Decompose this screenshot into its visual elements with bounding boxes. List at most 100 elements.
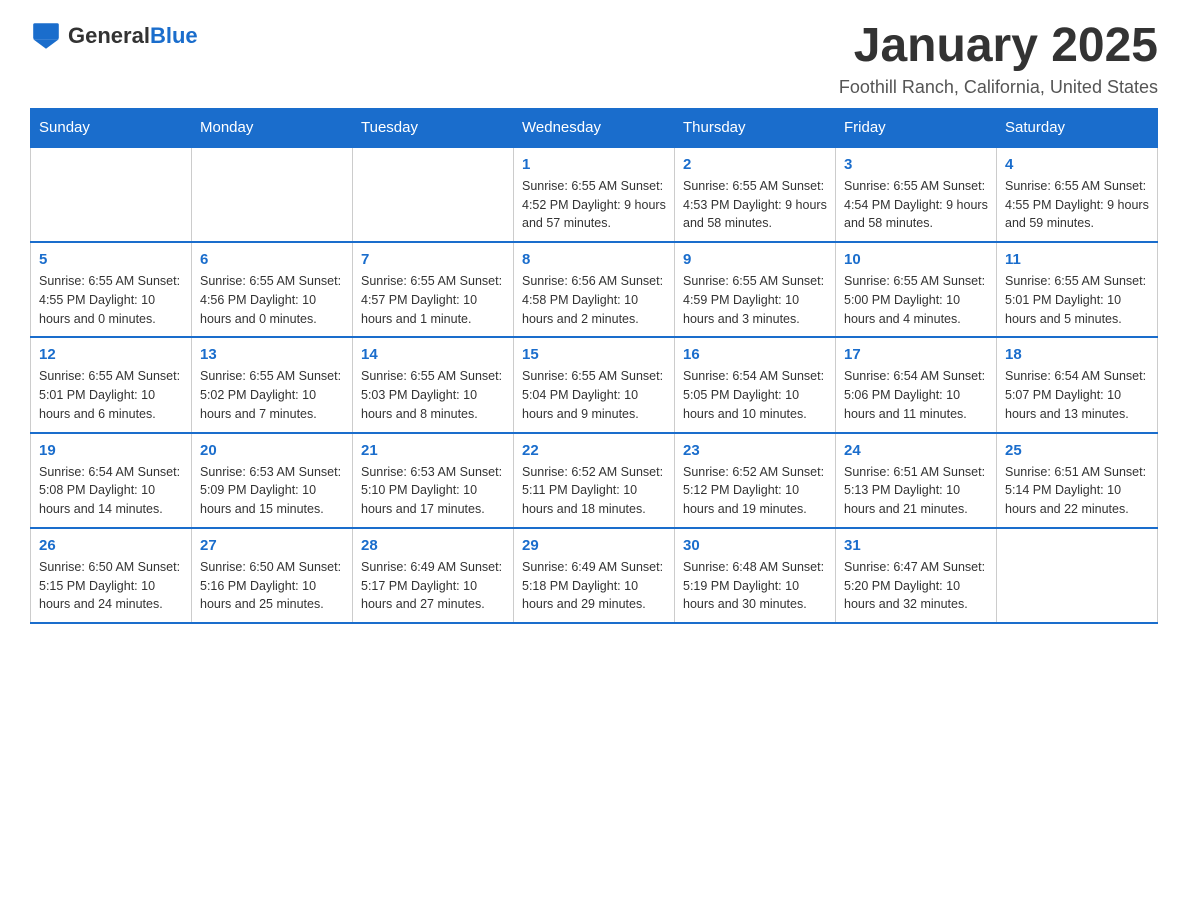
calendar-week-row: 5 Sunrise: 6:55 AM Sunset: 4:55 PM Daylig… [31, 242, 1158, 337]
day-number: 20 [200, 442, 344, 459]
weekday-header-sunday: Sunday [31, 108, 192, 147]
calendar-table: SundayMondayTuesdayWednesdayThursdayFrid… [30, 108, 1158, 624]
calendar-cell [192, 147, 353, 242]
day-info: Sunrise: 6:51 AM Sunset: 5:13 PM Dayligh… [844, 463, 988, 519]
calendar-cell: 20 Sunrise: 6:53 AM Sunset: 5:09 PM Dayli… [192, 433, 353, 528]
day-number: 7 [361, 251, 505, 268]
weekday-header-tuesday: Tuesday [353, 108, 514, 147]
page-header: GeneralBlue January 2025 Foothill Ranch,… [30, 20, 1158, 98]
month-title: January 2025 [839, 20, 1158, 73]
weekday-header-thursday: Thursday [675, 108, 836, 147]
calendar-cell: 11 Sunrise: 6:55 AM Sunset: 5:01 PM Dayli… [997, 242, 1158, 337]
day-info: Sunrise: 6:55 AM Sunset: 5:04 PM Dayligh… [522, 367, 666, 423]
calendar-cell: 31Sunrise: 6:47 AM Sunset: 5:20 PM Dayli… [836, 528, 997, 623]
day-info: Sunrise: 6:54 AM Sunset: 5:06 PM Dayligh… [844, 367, 988, 423]
day-number: 1 [522, 156, 666, 173]
weekday-header-monday: Monday [192, 108, 353, 147]
day-info: Sunrise: 6:55 AM Sunset: 4:59 PM Dayligh… [683, 272, 827, 328]
calendar-cell [353, 147, 514, 242]
day-number: 27 [200, 537, 344, 554]
day-info: Sunrise: 6:49 AM Sunset: 5:18 PM Dayligh… [522, 558, 666, 614]
calendar-cell: 30 Sunrise: 6:48 AM Sunset: 5:19 PM Dayli… [675, 528, 836, 623]
day-number: 16 [683, 346, 827, 363]
day-number: 12 [39, 346, 183, 363]
day-info: Sunrise: 6:55 AM Sunset: 4:53 PM Dayligh… [683, 177, 827, 233]
day-info: Sunrise: 6:55 AM Sunset: 4:57 PM Dayligh… [361, 272, 505, 328]
location: Foothill Ranch, California, United State… [839, 77, 1158, 98]
day-number: 11 [1005, 251, 1149, 268]
logo-icon [30, 20, 62, 52]
day-info: Sunrise: 6:54 AM Sunset: 5:07 PM Dayligh… [1005, 367, 1149, 423]
calendar-cell: 1 Sunrise: 6:55 AM Sunset: 4:52 PM Daylig… [514, 147, 675, 242]
calendar-cell: 28Sunrise: 6:49 AM Sunset: 5:17 PM Dayli… [353, 528, 514, 623]
day-info: Sunrise: 6:50 AM Sunset: 5:16 PM Dayligh… [200, 558, 344, 614]
day-number: 8 [522, 251, 666, 268]
title-block: January 2025 Foothill Ranch, California,… [839, 20, 1158, 98]
weekday-header-friday: Friday [836, 108, 997, 147]
day-info: Sunrise: 6:55 AM Sunset: 4:55 PM Dayligh… [39, 272, 183, 328]
day-number: 22 [522, 442, 666, 459]
calendar-cell [997, 528, 1158, 623]
calendar-cell: 8 Sunrise: 6:56 AM Sunset: 4:58 PM Daylig… [514, 242, 675, 337]
day-number: 19 [39, 442, 183, 459]
calendar-cell: 9 Sunrise: 6:55 AM Sunset: 4:59 PM Daylig… [675, 242, 836, 337]
calendar-cell: 26 Sunrise: 6:50 AM Sunset: 5:15 PM Dayli… [31, 528, 192, 623]
day-info: Sunrise: 6:55 AM Sunset: 5:02 PM Dayligh… [200, 367, 344, 423]
day-number: 31 [844, 537, 988, 554]
calendar-week-row: 26 Sunrise: 6:50 AM Sunset: 5:15 PM Dayli… [31, 528, 1158, 623]
day-number: 15 [522, 346, 666, 363]
logo: GeneralBlue [30, 20, 198, 52]
day-info: Sunrise: 6:54 AM Sunset: 5:08 PM Dayligh… [39, 463, 183, 519]
logo-blue: Blue [150, 23, 198, 48]
calendar-cell: 7 Sunrise: 6:55 AM Sunset: 4:57 PM Daylig… [353, 242, 514, 337]
day-number: 25 [1005, 442, 1149, 459]
weekday-header-saturday: Saturday [997, 108, 1158, 147]
calendar-cell: 24 Sunrise: 6:51 AM Sunset: 5:13 PM Dayli… [836, 433, 997, 528]
day-info: Sunrise: 6:55 AM Sunset: 5:03 PM Dayligh… [361, 367, 505, 423]
day-info: Sunrise: 6:52 AM Sunset: 5:11 PM Dayligh… [522, 463, 666, 519]
day-number: 2 [683, 156, 827, 173]
day-info: Sunrise: 6:55 AM Sunset: 4:54 PM Dayligh… [844, 177, 988, 233]
calendar-cell: 16Sunrise: 6:54 AM Sunset: 5:05 PM Dayli… [675, 337, 836, 432]
day-info: Sunrise: 6:50 AM Sunset: 5:15 PM Dayligh… [39, 558, 183, 614]
day-number: 10 [844, 251, 988, 268]
day-number: 17 [844, 346, 988, 363]
day-number: 14 [361, 346, 505, 363]
day-number: 6 [200, 251, 344, 268]
calendar-week-row: 12 Sunrise: 6:55 AM Sunset: 5:01 PM Dayli… [31, 337, 1158, 432]
day-info: Sunrise: 6:48 AM Sunset: 5:19 PM Dayligh… [683, 558, 827, 614]
day-number: 9 [683, 251, 827, 268]
logo-general: General [68, 23, 150, 48]
weekday-header-wednesday: Wednesday [514, 108, 675, 147]
day-info: Sunrise: 6:52 AM Sunset: 5:12 PM Dayligh… [683, 463, 827, 519]
day-number: 18 [1005, 346, 1149, 363]
calendar-cell: 25 Sunrise: 6:51 AM Sunset: 5:14 PM Dayli… [997, 433, 1158, 528]
calendar-cell: 4Sunrise: 6:55 AM Sunset: 4:55 PM Daylig… [997, 147, 1158, 242]
day-info: Sunrise: 6:53 AM Sunset: 5:09 PM Dayligh… [200, 463, 344, 519]
calendar-cell: 10 Sunrise: 6:55 AM Sunset: 5:00 PM Dayli… [836, 242, 997, 337]
day-info: Sunrise: 6:49 AM Sunset: 5:17 PM Dayligh… [361, 558, 505, 614]
day-info: Sunrise: 6:55 AM Sunset: 5:00 PM Dayligh… [844, 272, 988, 328]
calendar-cell: 15 Sunrise: 6:55 AM Sunset: 5:04 PM Dayli… [514, 337, 675, 432]
day-number: 4 [1005, 156, 1149, 173]
calendar-cell: 6Sunrise: 6:55 AM Sunset: 4:56 PM Daylig… [192, 242, 353, 337]
day-number: 26 [39, 537, 183, 554]
calendar-cell: 13Sunrise: 6:55 AM Sunset: 5:02 PM Dayli… [192, 337, 353, 432]
day-info: Sunrise: 6:55 AM Sunset: 5:01 PM Dayligh… [39, 367, 183, 423]
calendar-cell: 2 Sunrise: 6:55 AM Sunset: 4:53 PM Daylig… [675, 147, 836, 242]
calendar-cell: 12 Sunrise: 6:55 AM Sunset: 5:01 PM Dayli… [31, 337, 192, 432]
day-info: Sunrise: 6:55 AM Sunset: 4:52 PM Dayligh… [522, 177, 666, 233]
day-number: 21 [361, 442, 505, 459]
calendar-cell: 19 Sunrise: 6:54 AM Sunset: 5:08 PM Dayli… [31, 433, 192, 528]
day-number: 24 [844, 442, 988, 459]
calendar-cell: 23 Sunrise: 6:52 AM Sunset: 5:12 PM Dayli… [675, 433, 836, 528]
day-info: Sunrise: 6:55 AM Sunset: 5:01 PM Dayligh… [1005, 272, 1149, 328]
calendar-cell: 5 Sunrise: 6:55 AM Sunset: 4:55 PM Daylig… [31, 242, 192, 337]
day-number: 3 [844, 156, 988, 173]
day-number: 23 [683, 442, 827, 459]
day-number: 29 [522, 537, 666, 554]
day-info: Sunrise: 6:56 AM Sunset: 4:58 PM Dayligh… [522, 272, 666, 328]
day-info: Sunrise: 6:51 AM Sunset: 5:14 PM Dayligh… [1005, 463, 1149, 519]
day-number: 30 [683, 537, 827, 554]
day-number: 5 [39, 251, 183, 268]
